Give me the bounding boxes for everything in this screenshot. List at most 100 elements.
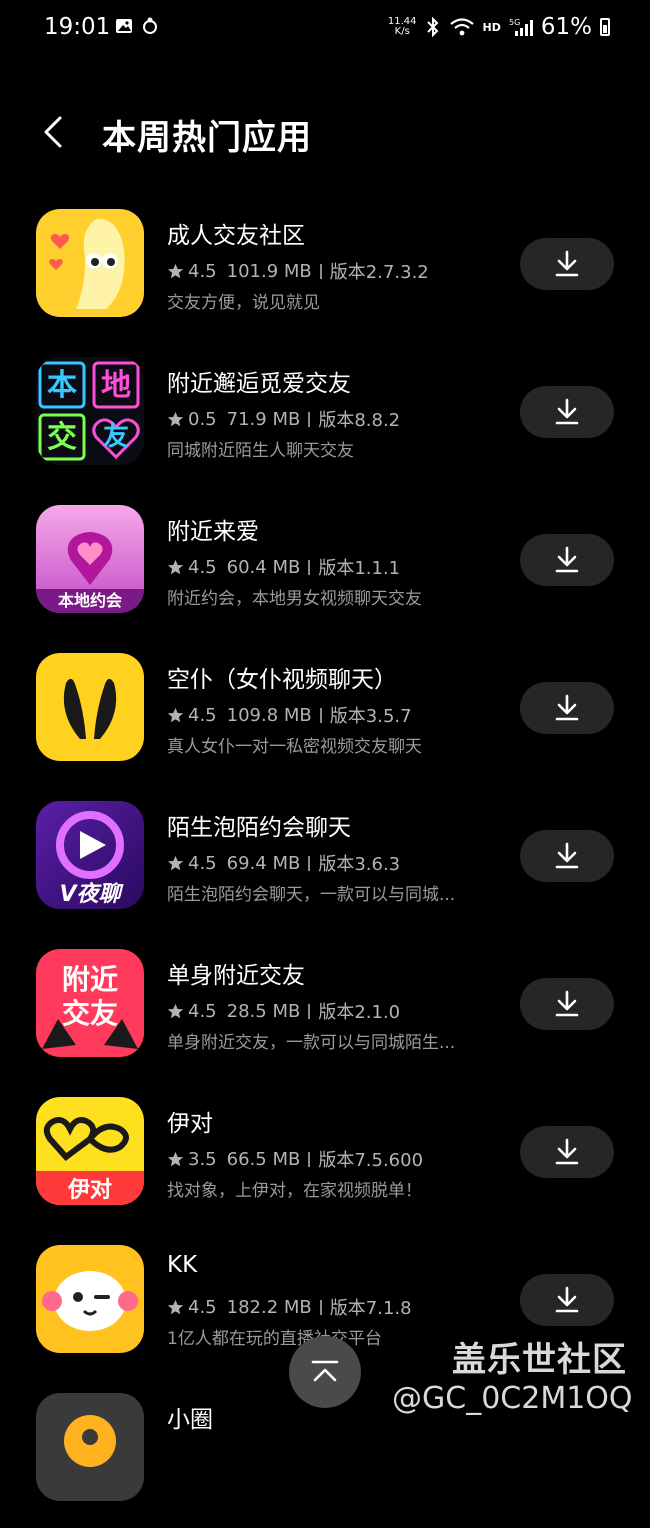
- network-speed: 11.44 K/s: [387, 16, 417, 37]
- download-button[interactable]: [520, 238, 614, 290]
- divider: [308, 855, 311, 871]
- app-version: 版本2.1.0: [318, 1002, 401, 1023]
- app-name: 小圈: [167, 1407, 213, 1433]
- app-name: 陌生泡陌约会聊天: [167, 815, 351, 841]
- list-item[interactable]: 空仆（女仆视频聊天） 4.5 109.8 MB 版本3.5.7 真人女仆一对一私…: [0, 640, 650, 788]
- app-description: 同城附近陌生人聊天交友: [167, 441, 354, 461]
- battery-percent: 61%: [540, 14, 592, 40]
- download-button[interactable]: [520, 978, 614, 1030]
- app-meta: 4.5 28.5 MB 版本2.1.0: [167, 998, 400, 1024]
- app-description: 陌生泡陌约会聊天，一款可以与同城...: [167, 885, 456, 905]
- app-description: 单身附近交友，一款可以与同城陌生...: [167, 1033, 456, 1053]
- app-meta: 4.5 69.4 MB 版本3.6.3: [167, 850, 400, 876]
- page-header: 本周热门应用: [0, 100, 650, 164]
- star-icon: [167, 707, 184, 722]
- play-badge-icon: V夜聊: [36, 801, 144, 909]
- heart-pin-icon: 本地约会: [36, 505, 144, 613]
- download-icon: [555, 546, 579, 573]
- list-item[interactable]: 附近 交友 单身附近交友 4.5 28.5 MB 版本2.1.0 单身附近交友，…: [0, 936, 650, 1084]
- divider: [319, 1299, 322, 1315]
- star-icon: [167, 1003, 184, 1018]
- list-item[interactable]: 成人交友社区 4.5 101.9 MB 版本2.7.3.2 交友方便，说见就见: [0, 196, 650, 344]
- status-time: 19:01: [44, 14, 111, 40]
- app-description: 交友方便，说见就见: [167, 293, 320, 313]
- app-size: 66.5 MB: [226, 1148, 301, 1170]
- download-icon: [555, 398, 579, 425]
- app-version: 版本3.6.3: [318, 854, 401, 875]
- back-arrow-icon[interactable]: [36, 112, 76, 152]
- divider: [308, 559, 311, 575]
- pin-circle-icon: [36, 1393, 144, 1501]
- app-rating: 4.5: [188, 704, 217, 726]
- list-item[interactable]: 本 地 交 友 附近邂逅觅爱交友 0.5 71.9 MB 版本8.8.2 同城附…: [0, 344, 650, 492]
- app-meta: 3.5 66.5 MB 版本7.5.600: [167, 1146, 423, 1172]
- app-version: 版本7.1.8: [329, 1298, 412, 1319]
- bluetooth-icon: [426, 17, 438, 37]
- svg-text:伊对: 伊对: [67, 1177, 112, 1203]
- divider: [308, 411, 311, 427]
- app-version: 版本2.7.3.2: [329, 262, 429, 283]
- app-rating: 4.5: [188, 1000, 217, 1022]
- app-description: 真人女仆一对一私密视频交友聊天: [167, 737, 422, 757]
- status-right: 11.44 K/s HD 5G 61%: [388, 12, 610, 42]
- app-description: 找对象，上伊对，在家视频脱单！: [167, 1181, 422, 1201]
- app-name: 附近来爱: [167, 519, 259, 545]
- svg-text:附近: 附近: [62, 963, 118, 996]
- bunny-ears-icon: [36, 653, 144, 761]
- star-icon: [167, 855, 184, 870]
- divider: [308, 1003, 311, 1019]
- scroll-to-top-button[interactable]: [289, 1336, 361, 1408]
- app-rating: 4.5: [188, 852, 217, 874]
- watermark-user: @GC_0C2M1OQ: [392, 1381, 633, 1416]
- signal-icon: 5G: [509, 18, 533, 36]
- heart-infinity-icon: 伊对: [36, 1097, 144, 1205]
- app-meta: 0.5 71.9 MB 版本8.8.2: [167, 406, 400, 432]
- banana-icon: [36, 209, 144, 317]
- download-button[interactable]: [520, 386, 614, 438]
- star-icon: [167, 1151, 184, 1166]
- star-icon: [167, 559, 184, 574]
- svg-text:V夜聊: V夜聊: [59, 881, 124, 907]
- svg-text:本: 本: [47, 368, 77, 403]
- download-icon: [555, 1138, 579, 1165]
- app-rating: 0.5: [188, 408, 217, 430]
- list-item[interactable]: V夜聊 陌生泡陌约会聊天 4.5 69.4 MB 版本3.6.3 陌生泡陌约会聊…: [0, 788, 650, 936]
- app-size: 60.4 MB: [226, 556, 301, 578]
- app-meta: 4.5 109.8 MB 版本3.5.7: [167, 702, 412, 728]
- app-size: 28.5 MB: [226, 1000, 301, 1022]
- app-size: 71.9 MB: [226, 408, 301, 430]
- star-icon: [167, 263, 184, 278]
- app-size: 101.9 MB: [226, 260, 312, 282]
- app-rating: 3.5: [188, 1148, 217, 1170]
- app-version: 版本8.8.2: [318, 410, 401, 431]
- app-name: 伊对: [167, 1111, 213, 1137]
- download-button[interactable]: [520, 1274, 614, 1326]
- svg-text:交友: 交友: [62, 997, 118, 1030]
- app-name: 单身附近交友: [167, 963, 305, 989]
- list-item[interactable]: 本地约会 附近来爱 4.5 60.4 MB 版本1.1.1 附近约会，本地男女视…: [0, 492, 650, 640]
- high-heels-icon: 附近 交友: [36, 949, 144, 1057]
- app-size: 109.8 MB: [226, 704, 312, 726]
- app-meta: 4.5 101.9 MB 版本2.7.3.2: [167, 258, 429, 284]
- download-icon: [555, 990, 579, 1017]
- download-button[interactable]: [520, 830, 614, 882]
- svg-text:地: 地: [101, 368, 131, 403]
- list-item[interactable]: 伊对 伊对 3.5 66.5 MB 版本7.5.600 找对象，上伊对，在家视频…: [0, 1084, 650, 1232]
- watermark-community: 盖乐世社区: [452, 1340, 627, 1380]
- app-meta: 4.5 60.4 MB 版本1.1.1: [167, 554, 400, 580]
- download-button[interactable]: [520, 534, 614, 586]
- app-rating: 4.5: [188, 260, 217, 282]
- download-button[interactable]: [520, 682, 614, 734]
- page-title: 本周热门应用: [102, 118, 312, 158]
- app-size: 182.2 MB: [226, 1296, 312, 1318]
- status-bar: 19:01 11.44 K/s HD 5G 61%: [0, 0, 650, 56]
- download-button[interactable]: [520, 1126, 614, 1178]
- app-name: KK: [167, 1252, 198, 1278]
- battery-icon: [600, 18, 610, 36]
- app-description: 附近约会，本地男女视频聊天交友: [167, 589, 422, 609]
- neon-grid-icon: 本 地 交 友: [36, 357, 144, 465]
- hd-indicator: HD: [482, 20, 501, 34]
- app-size: 69.4 MB: [226, 852, 301, 874]
- download-icon: [555, 842, 579, 869]
- download-icon: [555, 250, 579, 277]
